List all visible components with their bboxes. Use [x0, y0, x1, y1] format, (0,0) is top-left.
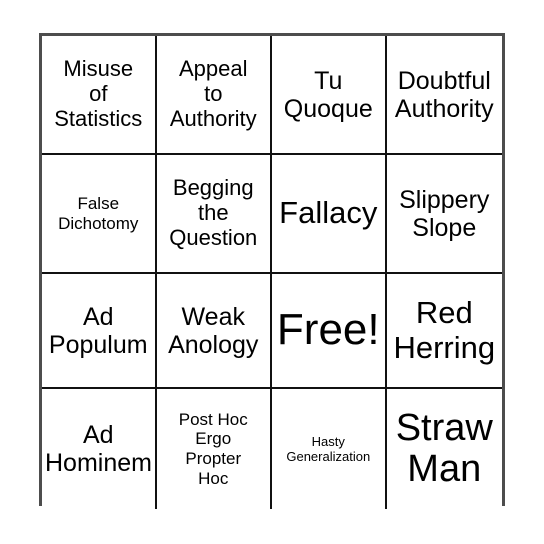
bingo-cell-label: Appeal to Authority: [169, 56, 257, 131]
bingo-row: Misuse of Statistics Appeal to Authority…: [42, 36, 502, 155]
bingo-cell-label: Slippery Slope: [399, 185, 490, 242]
bingo-cell-r2c1[interactable]: False Dichotomy: [42, 155, 157, 272]
bingo-row: Ad Populum Weak Anology Free! Red Herrin…: [42, 274, 502, 389]
bingo-cell-label: Post Hoc Ergo Propter Hoc: [178, 409, 248, 488]
bingo-cell-label: Begging the Question: [169, 175, 258, 250]
bingo-cell-label: Straw Man: [395, 406, 493, 490]
bingo-cell-r3c4[interactable]: Red Herring: [386, 274, 502, 387]
bingo-cell-label: Ad Populum: [48, 302, 148, 359]
bingo-cell-r3c1[interactable]: Ad Populum: [42, 274, 157, 387]
bingo-cell-r1c4[interactable]: Doubtful Authority: [386, 36, 502, 153]
bingo-cell-label: Red Herring: [393, 295, 496, 365]
bingo-cell-label: Fallacy: [279, 195, 378, 231]
bingo-cell-label: Weak Anology: [168, 302, 259, 359]
bingo-cell-r2c4[interactable]: Slippery Slope: [386, 155, 502, 272]
bingo-cell-r1c3[interactable]: Tu Quoque: [272, 36, 387, 153]
bingo-cell-free-space[interactable]: Free!: [272, 274, 387, 387]
bingo-card: Misuse of Statistics Appeal to Authority…: [39, 33, 505, 509]
bingo-cell-r2c3[interactable]: Fallacy: [272, 155, 387, 272]
bingo-cell-r4c1[interactable]: Ad Hominem: [42, 389, 157, 509]
bingo-cell-label: Misuse of Statistics: [54, 56, 143, 131]
bingo-row: False Dichotomy Begging the Question Fal…: [42, 155, 502, 274]
bingo-cell-r3c2[interactable]: Weak Anology: [156, 274, 273, 387]
bingo-cell-label: Tu Quoque: [283, 66, 373, 123]
bingo-cell-label: Hasty Generalization: [286, 433, 371, 464]
bingo-cell-label: False Dichotomy: [58, 193, 139, 233]
bingo-cell-r2c2[interactable]: Begging the Question: [156, 155, 273, 272]
bingo-cell-r4c3[interactable]: Hasty Generalization: [272, 389, 387, 509]
bingo-cell-label: Free!: [276, 305, 380, 355]
bingo-cell-r4c2[interactable]: Post Hoc Ergo Propter Hoc: [156, 389, 273, 509]
bingo-cell-r1c2[interactable]: Appeal to Authority: [156, 36, 273, 153]
bingo-row: Ad Hominem Post Hoc Ergo Propter Hoc Has…: [42, 389, 502, 509]
bingo-cell-label: Ad Hominem: [45, 421, 152, 477]
bingo-cell-r1c1[interactable]: Misuse of Statistics: [42, 36, 157, 153]
bingo-cell-label: Doubtful Authority: [394, 66, 494, 123]
bingo-cell-r4c4[interactable]: Straw Man: [386, 389, 502, 509]
